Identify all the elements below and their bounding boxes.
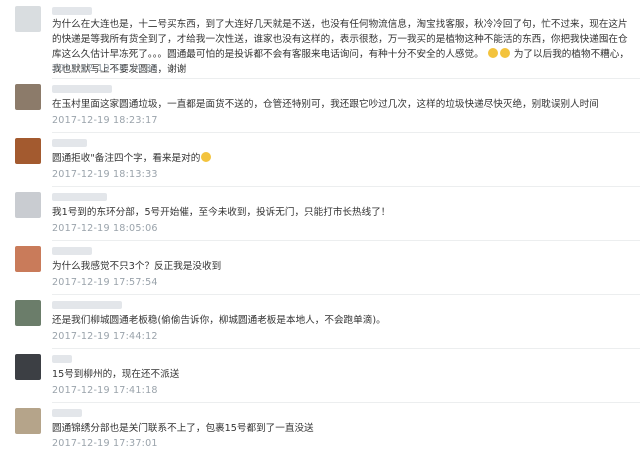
divider [52,348,640,349]
username-blurred[interactable] [52,409,82,417]
comment-timestamp: 2017-12-19 18:13:33 [52,169,158,180]
avatar[interactable] [15,408,41,434]
divider [52,402,640,403]
username-blurred[interactable] [52,139,87,147]
divider [52,78,640,79]
username-blurred[interactable] [52,85,112,93]
avatar[interactable] [15,192,41,218]
avatar[interactable] [15,84,41,110]
smiley-emoji-icon [487,48,498,58]
comment-text: 为什么我感觉不只3个？反正我是没收到 [52,261,222,272]
comment-item: 为什么我感觉不只3个？反正我是没收到 2017-12-19 17:57:54 [0,242,640,295]
divider [52,186,640,187]
comment-text: 圆通锦绣分部也是关门联系不上了，包裹15号都到了一直没送 [52,423,314,434]
avatar[interactable] [15,6,41,32]
comment-timestamp: 2017-12-19 17:41:18 [52,385,158,396]
username-blurred[interactable] [52,193,107,201]
comment-item: 圆通锦绣分部也是关门联系不上了，包裹15号都到了一直没送 2017-12-19 … [0,404,640,452]
comment-timestamp: 2017-12-19 18:05:06 [52,223,158,234]
divider [52,240,640,241]
avatar[interactable] [15,300,41,326]
comment-text: 还是我们柳城圆通老板稳(偷偷告诉你，柳城圆通老板是本地人，不会跑单滴)。 [52,315,386,326]
comment-item: 在玉村里面这家圆通垃圾，一直都是面货不送的，仓管还特别可，我还跟它吵过几次，这样… [0,80,640,133]
comment-timestamp: 2017-12-19 17:37:01 [52,438,158,449]
username-blurred[interactable] [52,7,92,15]
comment-timestamp: 2017-12-19 18:23:17 [52,115,158,126]
username-blurred[interactable] [52,355,72,363]
comment-item: 15号到柳州的，现在还不派送 2017-12-19 17:41:18 [0,350,640,403]
smiley-emoji-icon [201,152,212,162]
comment-text: 在玉村里面这家圆通垃圾，一直都是面货不送的，仓管还特别可，我还跟它吵过几次，这样… [52,99,599,110]
comment-text: 我1号到的东环分部，5号开始催，至今未收到，投诉无门，只能打市长热线了！ [52,207,391,218]
comment-timestamp: 2017-12-19 18:24:38 [52,63,158,74]
comment-item: 还是我们柳城圆通老板稳(偷偷告诉你，柳城圆通老板是本地人，不会跑单滴)。 201… [0,296,640,349]
comment-timestamp: 2017-12-19 17:44:12 [52,331,158,342]
comment-item: 我1号到的东环分部，5号开始催，至今未收到，投诉无门，只能打市长热线了！ 201… [0,188,640,241]
avatar[interactable] [15,246,41,272]
comment-item: 为什么在大连也是，十二号买东西，到了大连好几天就是不送，也没有任何物流信息，淘宝… [0,0,640,79]
username-blurred[interactable] [52,301,122,309]
divider [52,294,640,295]
comment-text: 圆通拒收"备注四个字，看来是对的 [52,151,634,166]
username-blurred[interactable] [52,247,92,255]
comment-item: 圆通拒收"备注四个字，看来是对的 2017-12-19 18:13:33 [0,134,640,187]
smiley-emoji-icon [499,48,510,58]
comment-timestamp: 2017-12-19 17:57:54 [52,277,158,288]
avatar[interactable] [15,138,41,164]
comment-text: 15号到柳州的，现在还不派送 [52,369,180,380]
divider [52,132,640,133]
avatar[interactable] [15,354,41,380]
